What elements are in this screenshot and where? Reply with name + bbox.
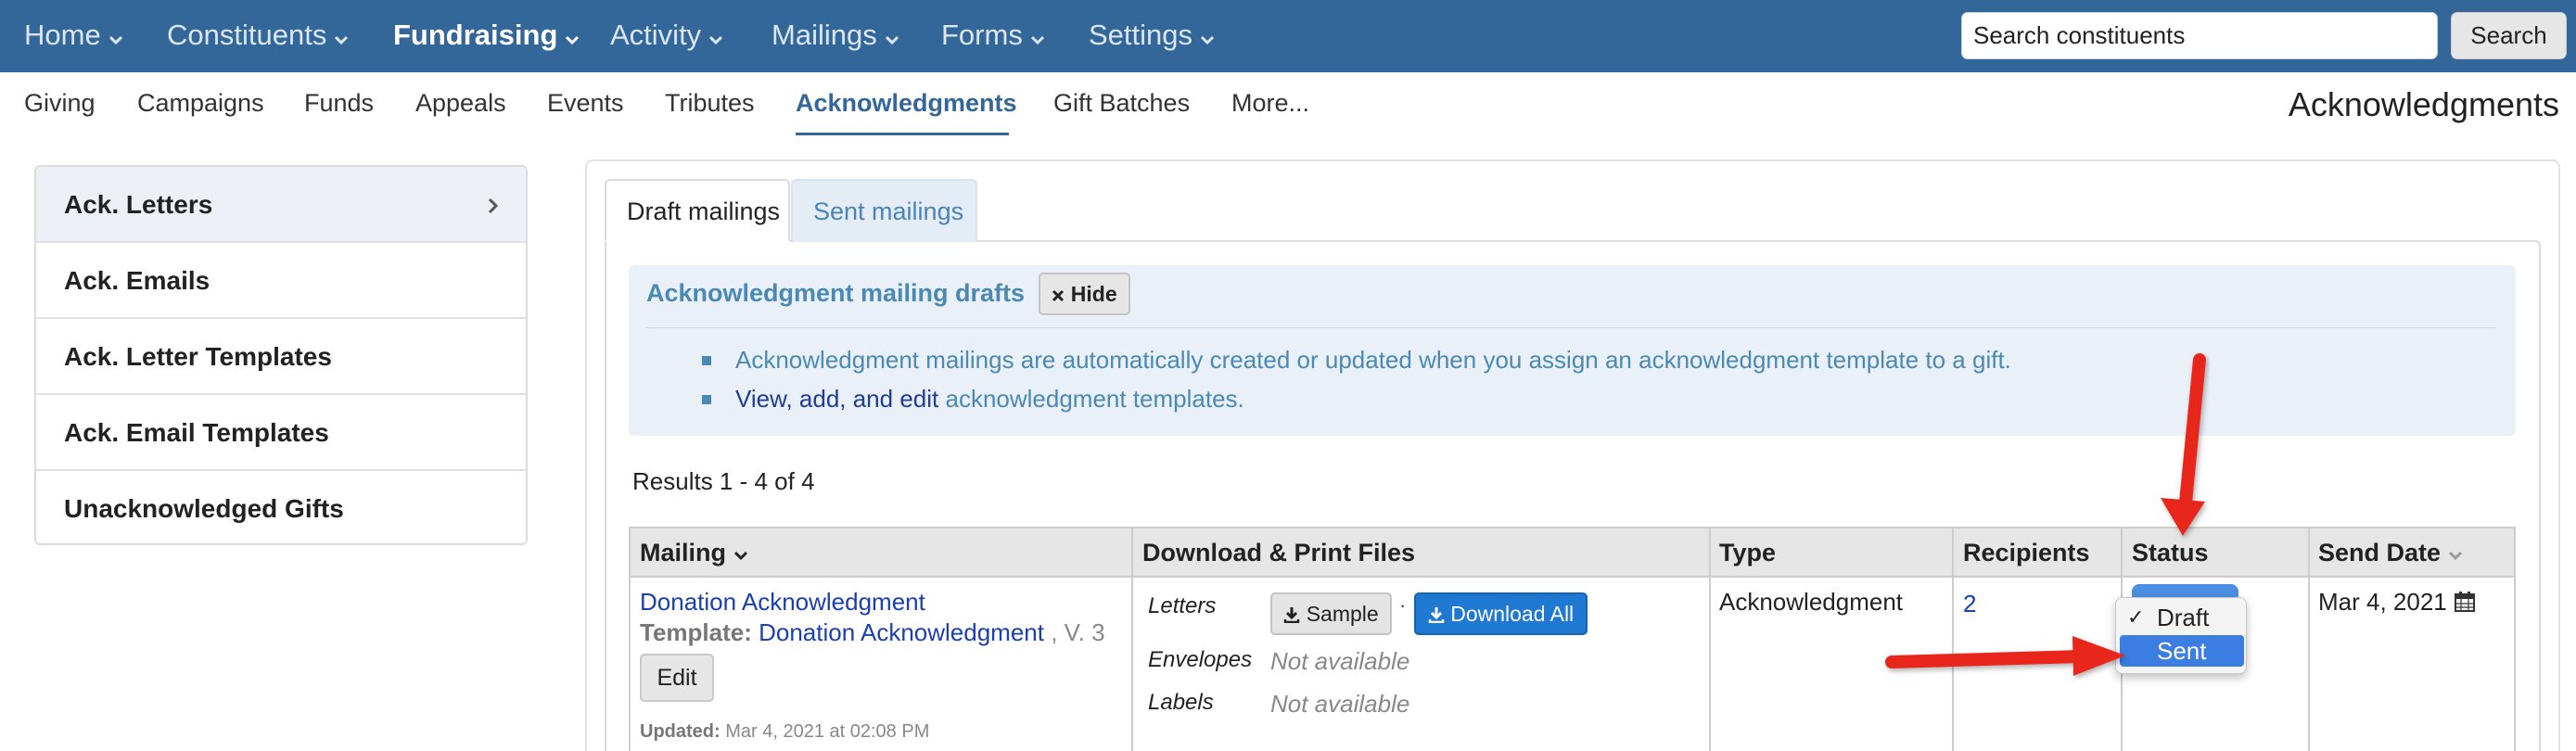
arrow-down-to-status-icon (2161, 353, 2206, 536)
annotation-arrows (1885, 353, 2206, 676)
arrow-right-to-sent-icon (1885, 636, 2125, 676)
tab-draft-mailings[interactable]: Draft mailings (605, 179, 790, 242)
